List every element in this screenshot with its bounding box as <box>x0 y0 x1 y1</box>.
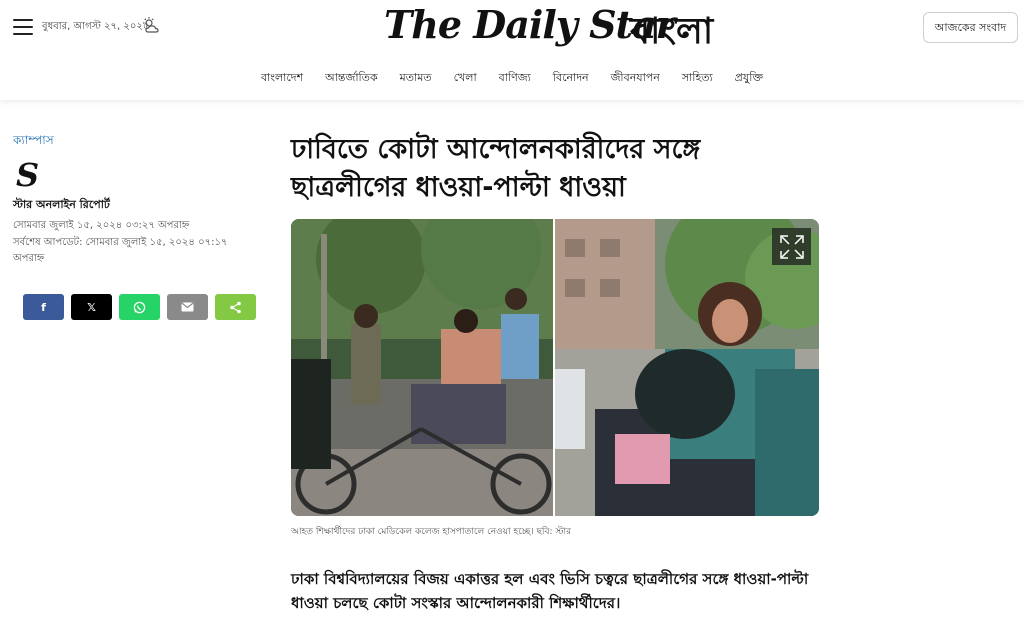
nav-item-lifestyle[interactable]: জীবনযাপন <box>600 67 671 89</box>
nav-item-business[interactable]: বাণিজ্য <box>488 67 542 89</box>
email-share-button[interactable] <box>167 294 208 320</box>
site-header: বুধবার, আগস্ট ২৭, ২০২৫ The Daily Star বা… <box>0 0 1024 100</box>
nav-item-literature[interactable]: সাহিত্য <box>671 67 724 89</box>
header-date: বুধবার, আগস্ট ২৭, ২০২৫ <box>42 21 150 32</box>
nav-item-technology[interactable]: প্রযুক্তি <box>724 67 774 89</box>
updated-date: সর্বশেষ আপডেট: সোমবার জুলাই ১৫, ২০২৪ ০৭:… <box>13 237 228 264</box>
published-date: সোমবার জুলাই ১৫, ২০২৪ ০৩:২৭ অপরাহ্ন <box>13 220 190 231</box>
expand-icon <box>779 234 804 259</box>
nav-item-opinion[interactable]: মতামত <box>389 67 443 89</box>
article-photo[interactable] <box>291 219 819 516</box>
partly-cloudy-icon <box>143 17 159 33</box>
facebook-share-button[interactable]: f <box>23 294 64 320</box>
nav-item-international[interactable]: আন্তর্জাতিক <box>314 67 389 89</box>
author-avatar: S <box>16 156 40 194</box>
todays-news-button[interactable]: আজকের সংবাদ <box>923 12 1018 43</box>
main-nav: বাংলাদেশ আন্তর্জাতিক মতামত খেলা বাণিজ্য … <box>0 67 1024 89</box>
nav-item-sports[interactable]: খেলা <box>443 67 488 89</box>
share-icon <box>230 301 241 313</box>
logo-bangla: বাংলা <box>630 11 714 52</box>
mail-icon <box>181 302 194 312</box>
whatsapp-icon <box>133 301 146 313</box>
x-icon: 𝕏 <box>87 300 96 314</box>
section-link[interactable]: ক্যাম্পাস <box>13 132 54 152</box>
photo-caption: আহত শিক্ষার্থীদের ঢাকা মেডিকেল কলেজ হাসপ… <box>291 527 572 537</box>
share-buttons: f 𝕏 <box>23 294 256 320</box>
article-headline: ঢাবিতে কোটা আন্দোলনকারীদের সঙ্গে ছাত্রলী… <box>291 134 701 203</box>
more-share-button[interactable] <box>215 294 256 320</box>
menu-icon[interactable] <box>13 19 33 35</box>
x-share-button[interactable]: 𝕏 <box>71 294 112 320</box>
article-lead-paragraph: ঢাকা বিশ্ববিদ্যালয়ের বিজয় একাত্তর হল এ… <box>291 570 809 612</box>
photo-left-panel <box>291 219 553 516</box>
whatsapp-share-button[interactable] <box>119 294 160 320</box>
nav-item-bangladesh[interactable]: বাংলাদেশ <box>250 67 314 89</box>
nav-item-entertainment[interactable]: বিনোদন <box>542 67 600 89</box>
facebook-icon: f <box>41 300 46 314</box>
expand-image-button[interactable] <box>772 228 811 265</box>
author-name[interactable]: স্টার অনলাইন রিপোর্ট <box>13 196 110 215</box>
site-logo[interactable]: The Daily Star বাংলা <box>384 2 724 54</box>
